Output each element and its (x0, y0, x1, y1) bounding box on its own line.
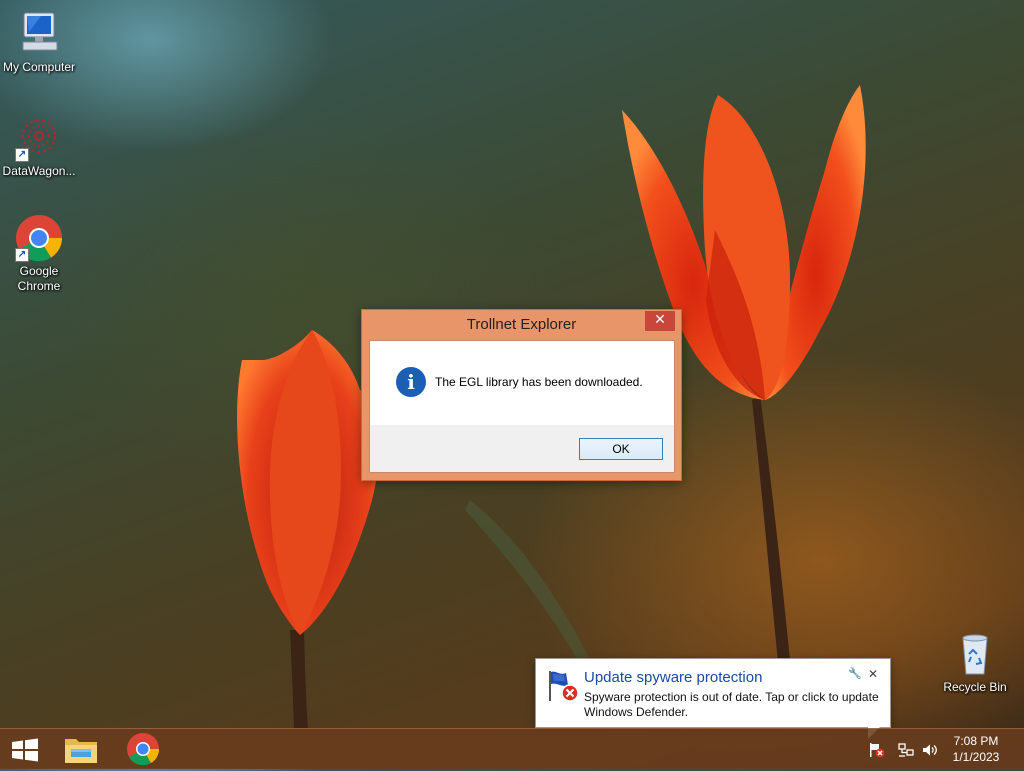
chrome-icon: ↗ (15, 214, 63, 262)
windows-start-icon (12, 738, 38, 762)
wrench-icon[interactable]: 🔧 (848, 667, 862, 681)
chrome-icon (127, 733, 160, 766)
desktop-icon-label: Recycle Bin (943, 680, 1007, 694)
shortcut-arrow-icon: ↗ (15, 148, 29, 162)
desktop-icon-recycle-bin[interactable]: Recycle Bin (936, 630, 1014, 695)
taskbar-file-explorer[interactable] (59, 731, 103, 767)
desktop-icon-label: DataWagon... (2, 164, 76, 178)
info-icon: i (396, 367, 426, 397)
notification-text: Spyware protection is out of date. Tap o… (584, 690, 879, 719)
dialog-title: Trollnet Explorer (466, 316, 577, 333)
close-icon[interactable]: ✕ (866, 667, 880, 681)
desktop-icon-my-computer[interactable]: My Computer (0, 10, 78, 75)
volume-icon[interactable] (921, 741, 939, 759)
taskbar-google-chrome[interactable] (121, 731, 165, 767)
desktop-icon-datawagon[interactable]: ↗ DataWagon... (0, 114, 78, 179)
clock-time: 7:08 PM (953, 734, 999, 748)
shortcut-arrow-icon: ↗ (15, 248, 29, 262)
notification-balloon[interactable]: Update spyware protection Spyware protec… (535, 658, 891, 728)
taskbar: 7:08 PM 1/1/2023 (0, 728, 1024, 769)
message-dialog: Trollnet Explorer ✕ i The EGL library ha… (361, 309, 682, 481)
dialog-body: i The EGL library has been downloaded. O… (369, 340, 675, 473)
close-icon: ✕ (654, 312, 666, 328)
file-explorer-icon (65, 739, 97, 763)
dialog-footer: OK (370, 425, 674, 472)
close-button[interactable]: ✕ (645, 311, 675, 331)
computer-icon (15, 10, 63, 58)
start-button[interactable] (6, 735, 46, 765)
clock-date: 1/1/2023 (952, 750, 1000, 764)
desktop-icon-google-chrome[interactable]: ↗ Google Chrome (0, 214, 78, 294)
notification-title: Update spyware protection (584, 669, 763, 686)
defender-flag-icon (546, 669, 580, 703)
desktop-icon-label: Google Chrome (17, 264, 61, 293)
taskbar-clock[interactable]: 7:08 PM 1/1/2023 (946, 733, 1006, 765)
recycle-bin-icon (951, 630, 999, 678)
desktop-icon-label: My Computer (2, 60, 76, 74)
network-icon[interactable] (897, 741, 915, 759)
ok-button[interactable]: OK (579, 438, 663, 460)
dialog-message: The EGL library has been downloaded. (435, 375, 643, 389)
action-center-flag-icon[interactable] (868, 741, 886, 759)
datawagon-icon: ↗ (15, 114, 63, 162)
dialog-message-area: i The EGL library has been downloaded. (370, 341, 674, 425)
